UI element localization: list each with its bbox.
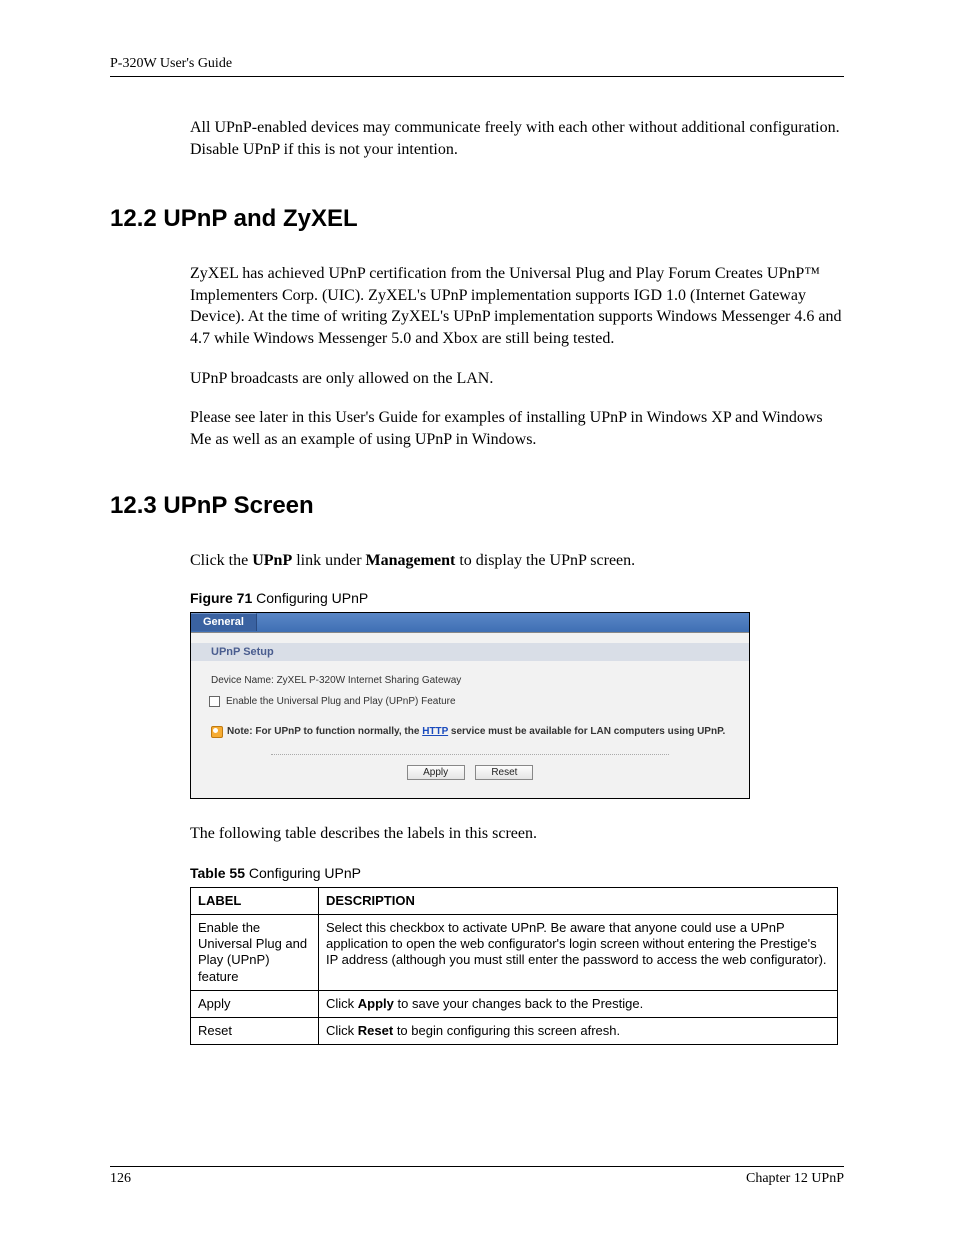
apply-button[interactable]: Apply bbox=[407, 765, 465, 780]
config-table: LABEL DESCRIPTION Enable the Universal P… bbox=[190, 887, 838, 1046]
table-caption: Table 55 Configuring UPnP bbox=[190, 865, 844, 881]
section-12-3-heading: 12.3 UPnP Screen bbox=[110, 492, 844, 520]
section-12-2-p1: ZyXEL has achieved UPnP certification fr… bbox=[190, 263, 844, 349]
upnp-config-screenshot: General UPnP Setup Device Name: ZyXEL P-… bbox=[190, 612, 750, 799]
ui-body: UPnP Setup Device Name: ZyXEL P-320W Int… bbox=[191, 633, 749, 798]
figure-label: Figure 71 bbox=[190, 590, 252, 606]
enable-upnp-label: Enable the Universal Plug and Play (UPnP… bbox=[226, 696, 456, 707]
button-row: Apply Reset bbox=[271, 754, 669, 780]
desc-bold: Apply bbox=[358, 996, 394, 1011]
th-description: DESCRIPTION bbox=[319, 887, 838, 914]
cell-label: Reset bbox=[191, 1018, 319, 1045]
ui-inner: Device Name: ZyXEL P-320W Internet Shari… bbox=[191, 661, 749, 798]
p1-bold-upnp: UPnP bbox=[252, 552, 292, 569]
section-12-2-heading: 12.2 UPnP and ZyXEL bbox=[110, 205, 844, 233]
note-post: service must be available for LAN comput… bbox=[448, 726, 725, 737]
table-row: Apply Click Apply to save your changes b… bbox=[191, 990, 838, 1017]
cell-desc: Click Reset to begin configuring this sc… bbox=[319, 1018, 838, 1045]
guide-title: P-320W User's Guide bbox=[110, 56, 232, 71]
chapter-label: Chapter 12 UPnP bbox=[746, 1171, 844, 1187]
p1-pre: Click the bbox=[190, 552, 252, 569]
desc-post: to begin configuring this screen afresh. bbox=[393, 1023, 620, 1038]
ui-section-title: UPnP Setup bbox=[191, 643, 749, 661]
page-footer: 126 Chapter 12 UPnP bbox=[110, 1166, 844, 1187]
th-label: LABEL bbox=[191, 887, 319, 914]
note-pre: Note: For UPnP to function normally, the bbox=[227, 726, 422, 737]
page-header: P-320W User's Guide bbox=[110, 56, 844, 77]
section-12-2-p2: UPnP broadcasts are only allowed on the … bbox=[190, 368, 844, 390]
cell-label: Enable the Universal Plug and Play (UPnP… bbox=[191, 914, 319, 990]
tab-general[interactable]: General bbox=[191, 613, 257, 631]
desc-pre: Click bbox=[326, 996, 358, 1011]
http-link[interactable]: HTTP bbox=[422, 726, 448, 737]
table-row: Reset Click Reset to begin configuring t… bbox=[191, 1018, 838, 1045]
device-name-label: Device Name: ZyXEL P-320W Internet Shari… bbox=[211, 675, 729, 686]
note-text: Note: For UPnP to function normally, the… bbox=[227, 725, 729, 738]
figure-caption: Figure 71 Configuring UPnP bbox=[190, 590, 844, 606]
table-row: Enable the Universal Plug and Play (UPnP… bbox=[191, 914, 838, 990]
enable-row: Enable the Universal Plug and Play (UPnP… bbox=[209, 696, 729, 707]
desc-post: to save your changes back to the Prestig… bbox=[394, 996, 643, 1011]
enable-upnp-checkbox[interactable] bbox=[209, 696, 220, 707]
p1-mid: link under bbox=[292, 552, 365, 569]
table-label: Table 55 bbox=[190, 865, 245, 881]
cell-label: Apply bbox=[191, 990, 319, 1017]
cell-desc: Select this checkbox to activate UPnP. B… bbox=[319, 914, 838, 990]
table-header-row: LABEL DESCRIPTION bbox=[191, 887, 838, 914]
after-figure-text: The following table describes the labels… bbox=[190, 823, 844, 845]
table-title: Configuring UPnP bbox=[245, 865, 361, 881]
desc-pre: Click bbox=[326, 1023, 358, 1038]
upnp-note: Note: For UPnP to function normally, the… bbox=[211, 725, 729, 738]
p1-bold-management: Management bbox=[366, 552, 456, 569]
note-icon bbox=[211, 726, 223, 738]
desc-bold: Reset bbox=[358, 1023, 393, 1038]
p1-post: to display the UPnP screen. bbox=[455, 552, 635, 569]
intro-paragraph: All UPnP-enabled devices may communicate… bbox=[190, 117, 844, 160]
reset-button[interactable]: Reset bbox=[475, 765, 533, 780]
page-number: 126 bbox=[110, 1171, 131, 1187]
tab-strip: General bbox=[191, 613, 749, 633]
cell-desc: Click Apply to save your changes back to… bbox=[319, 990, 838, 1017]
figure-title: Configuring UPnP bbox=[252, 590, 368, 606]
section-12-3-p1: Click the UPnP link under Management to … bbox=[190, 550, 844, 572]
section-12-2-p3: Please see later in this User's Guide fo… bbox=[190, 407, 844, 450]
